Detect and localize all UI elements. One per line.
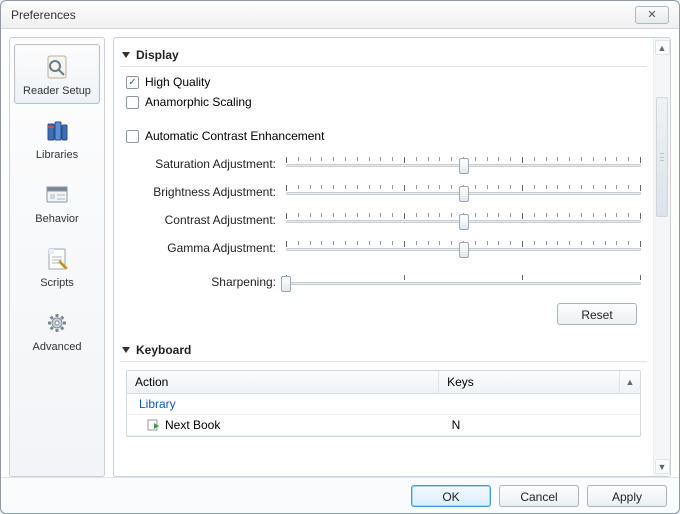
display-section-header[interactable]: Display [120, 44, 647, 67]
keyboard-section-header[interactable]: Keyboard [120, 339, 647, 362]
gear-icon [41, 307, 73, 339]
sidebar-item-label: Advanced [33, 341, 82, 353]
anamorphic-checkbox[interactable] [126, 96, 139, 109]
sharpening-label: Sharpening: [146, 275, 276, 289]
reset-row: Reset [126, 297, 641, 327]
sidebar-item-label: Scripts [40, 277, 74, 289]
sharpening-row: Sharpening: [146, 273, 641, 291]
gamma-label: Gamma Adjustment: [146, 241, 276, 255]
close-button[interactable]: ✕ [635, 6, 669, 24]
sidebar-item-label: Libraries [36, 149, 78, 161]
saturation-label: Saturation Adjustment: [146, 157, 276, 171]
sidebar-item-libraries[interactable]: Libraries [14, 108, 100, 168]
contrast-row: Contrast Adjustment: [146, 211, 641, 229]
main-scroll-area: Display ✓ High Quality Anamorphic Scalin… [114, 38, 653, 476]
scroll-thumb[interactable] [656, 97, 668, 217]
keyboard-section-body: Action Keys ▲ Library [120, 362, 647, 441]
contrast-slider[interactable] [286, 211, 641, 229]
ok-button[interactable]: OK [411, 485, 491, 507]
keyboard-table: Action Keys ▲ Library [126, 370, 641, 437]
contrast-label: Contrast Adjustment: [146, 213, 276, 227]
brightness-row: Brightness Adjustment: [146, 183, 641, 201]
anamorphic-row: Anamorphic Scaling [126, 95, 641, 109]
table-header: Action Keys ▲ [127, 371, 640, 394]
slider-handle[interactable] [459, 158, 469, 174]
sidebar-item-scripts[interactable]: Scripts [14, 236, 100, 296]
group-label: Library [127, 394, 441, 414]
slider-handle[interactable] [459, 186, 469, 202]
anamorphic-label: Anamorphic Scaling [145, 95, 252, 109]
scroll-down-button[interactable]: ▼ [655, 459, 670, 474]
col-scroll-indicator[interactable]: ▲ [620, 371, 640, 393]
window-body: Reader Setup Libraries [1, 29, 679, 477]
main-panel: Display ✓ High Quality Anamorphic Scalin… [113, 37, 671, 477]
window-icon [41, 179, 73, 211]
sidebar-item-behavior[interactable]: Behavior [14, 172, 100, 232]
brightness-label: Brightness Adjustment: [146, 185, 276, 199]
high-quality-row: ✓ High Quality [126, 75, 641, 89]
sidebar-item-advanced[interactable]: Advanced [14, 300, 100, 360]
sharpening-slider[interactable] [286, 273, 641, 291]
slider-block: Saturation Adjustment: Brightness Adjust… [126, 155, 641, 291]
saturation-slider[interactable] [286, 155, 641, 173]
display-section: Display ✓ High Quality Anamorphic Scalin… [120, 44, 647, 331]
preferences-window: Preferences ✕ Reader Setup [0, 0, 680, 514]
high-quality-label: High Quality [145, 75, 210, 89]
section-title: Display [136, 48, 179, 62]
scroll-track[interactable] [654, 57, 670, 457]
saturation-row: Saturation Adjustment: [146, 155, 641, 173]
table-group-row[interactable]: Library [127, 394, 640, 415]
cancel-button[interactable]: Cancel [499, 485, 579, 507]
books-icon [41, 115, 73, 147]
slider-ticks [286, 275, 641, 281]
section-title: Keyboard [136, 343, 191, 357]
auto-contrast-label: Automatic Contrast Enhancement [145, 129, 324, 143]
sidebar: Reader Setup Libraries [9, 37, 105, 477]
col-keys[interactable]: Keys [439, 371, 620, 393]
keyboard-section: Keyboard Action Keys ▲ Library [120, 339, 647, 441]
chevron-down-icon [122, 52, 130, 58]
gamma-row: Gamma Adjustment: [146, 239, 641, 257]
brightness-slider[interactable] [286, 183, 641, 201]
apply-button[interactable]: Apply [587, 485, 667, 507]
titlebar: Preferences ✕ [1, 1, 679, 29]
slider-handle[interactable] [459, 242, 469, 258]
row-keys: N [444, 415, 620, 435]
sidebar-item-label: Behavior [35, 213, 78, 225]
book-next-icon [147, 418, 161, 432]
script-icon [41, 243, 73, 275]
row-action: Next Book [165, 418, 220, 432]
display-section-body: ✓ High Quality Anamorphic Scaling Automa… [120, 67, 647, 331]
auto-contrast-checkbox[interactable] [126, 130, 139, 143]
close-icon: ✕ [647, 8, 656, 21]
magnifier-page-icon [41, 51, 73, 83]
dialog-footer: OK Cancel Apply [1, 477, 679, 513]
col-action[interactable]: Action [127, 371, 439, 393]
slider-track [286, 282, 641, 285]
gamma-slider[interactable] [286, 239, 641, 257]
slider-handle[interactable] [459, 214, 469, 230]
table-row[interactable]: Next Book N [127, 415, 640, 436]
chevron-up-icon: ▲ [626, 377, 635, 387]
sidebar-item-label: Reader Setup [23, 85, 91, 97]
sidebar-item-reader-setup[interactable]: Reader Setup [14, 44, 100, 104]
vertical-scrollbar[interactable]: ▲ ▼ [653, 38, 670, 476]
window-title: Preferences [11, 8, 635, 22]
chevron-down-icon [122, 347, 130, 353]
auto-contrast-row: Automatic Contrast Enhancement [126, 129, 641, 143]
scroll-up-button[interactable]: ▲ [655, 40, 670, 55]
slider-handle[interactable] [281, 276, 291, 292]
reset-button[interactable]: Reset [557, 303, 637, 325]
high-quality-checkbox[interactable]: ✓ [126, 76, 139, 89]
